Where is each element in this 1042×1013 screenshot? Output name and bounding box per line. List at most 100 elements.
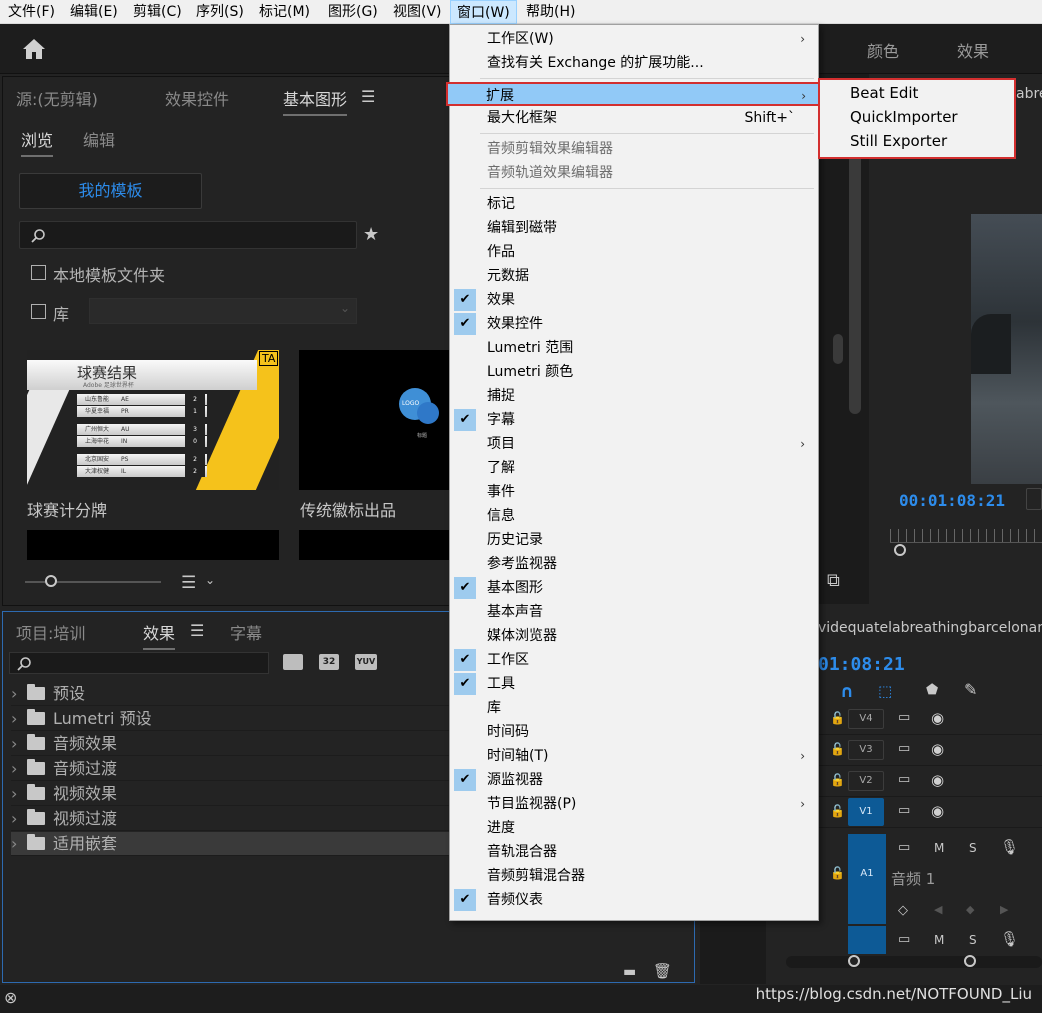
window-menu-item[interactable]: 基本声音 [451,600,817,624]
library-checkbox[interactable] [31,304,46,319]
export-frame-icon[interactable]: ⧉ [827,570,840,591]
list-view-icon[interactable]: ☰ [181,573,196,593]
chevron-right-icon[interactable]: › [11,682,21,706]
window-menu-item[interactable]: 媒体浏览器 [451,624,817,648]
menubar-item-0[interactable]: 文件(F) [2,0,61,24]
window-menu-item[interactable]: ✔ 工具 [451,672,817,696]
window-menu-item[interactable]: 信息 [451,504,817,528]
creative-cloud-icon[interactable]: ⊗ [4,988,17,1007]
chevron-right-icon[interactable]: › [11,807,21,831]
microphone-icon[interactable]: 🎙 [1000,838,1019,856]
window-menu-item[interactable]: ✔ 源监视器 [451,768,817,792]
workspace-tab-color[interactable]: 颜色 [867,38,899,62]
microphone-icon[interactable]: 🎙 [1000,930,1019,948]
track-target-v1[interactable]: V1 [848,798,884,826]
mute-button[interactable]: M [934,841,944,855]
extension-item[interactable]: Still Exporter [850,132,947,150]
window-menu-item[interactable]: 历史记录 [451,528,817,552]
window-menu-item[interactable]: Lumetri 颜色 [451,360,817,384]
timeline-timecode[interactable]: 01:08:21 [818,654,905,675]
menubar-item-5[interactable]: 图形(G) [322,0,384,24]
wrench-icon[interactable]: ✎ [964,680,977,699]
lock-icon[interactable]: 🔓 [830,804,845,818]
zoom-handle-left[interactable] [848,955,860,967]
window-menu-item[interactable]: 了解 [451,456,817,480]
yuv-effects-icon[interactable]: YUV [355,654,377,670]
window-menu-item[interactable]: 时间轴(T) › [451,744,817,768]
sync-lock-icon[interactable]: ▭ [898,932,910,947]
menubar-item-8[interactable]: 帮助(H) [520,0,581,24]
window-menu-item[interactable]: 事件 [451,480,817,504]
workspace-tab-effects[interactable]: 效果 [957,38,989,62]
chevron-right-icon[interactable]: › [11,782,21,806]
window-menu-item[interactable]: 库 [451,696,817,720]
tab-effects[interactable]: 效果 [143,620,176,650]
32bit-effects-icon[interactable]: 32 [319,654,339,670]
eye-icon[interactable]: ◉ [931,709,944,727]
snap-icon[interactable]: ∩ [840,682,854,702]
sync-lock-icon[interactable]: ▭ [898,840,910,855]
track-target-v4[interactable]: V4 [848,709,884,729]
window-menu-item[interactable]: Lumetri 范围 [451,336,817,360]
slider-handle[interactable] [45,575,57,587]
timeline-zoom-scrollbar[interactable] [786,956,1042,968]
chevron-right-icon[interactable]: › [11,707,21,731]
sequence-name[interactable]: videquatelabreathingbarcelonamp4 [818,620,1042,636]
menubar-item-4[interactable]: 标记(M) [253,0,316,24]
lock-icon[interactable]: 🔓 [830,742,845,756]
template-thumbnail-logo[interactable]: LOGO 标题 [299,350,451,490]
my-templates-button[interactable]: 我的模板 [19,173,202,209]
eye-icon[interactable]: ◉ [931,740,944,758]
tab-captions[interactable]: 字幕 [230,620,262,644]
menubar-item-2[interactable]: 剪辑(C) [127,0,188,24]
mute-button[interactable]: M [934,933,944,947]
template-thumbnail-scoreboard[interactable]: 球赛结果 Adobe 足球世界杯 山东鲁能 AE 2 华夏幸福 PR 1 广州恒大 AU 3 上海… [27,350,279,490]
scroll-handle[interactable] [833,334,843,364]
add-keyframe-icon[interactable]: ◆ [966,903,974,916]
tab-browse[interactable]: 浏览 [21,127,54,157]
window-menu-item[interactable]: ✔ 基本图形 [451,576,817,600]
menubar-item-6[interactable]: 视图(V) [387,0,448,24]
tab-effect-controls[interactable]: 效果控件 [165,86,229,110]
chevron-down-icon[interactable]: ⌄ [205,573,215,587]
accelerated-effects-icon[interactable] [283,654,303,670]
linked-selection-icon[interactable]: ⬚ [878,682,892,700]
window-menu-item[interactable]: ✔ 音频仪表 [451,888,817,912]
window-menu-item[interactable]: 作品 [451,240,817,264]
window-menu-item[interactable]: 时间码 [451,720,817,744]
tab-essential-graphics[interactable]: 基本图形 [283,86,348,116]
home-icon[interactable] [22,38,46,60]
solo-button[interactable]: S [969,841,977,855]
extension-item[interactable]: QuickImporter [850,108,958,126]
effects-search-input[interactable] [9,652,269,674]
tab-project[interactable]: 项目:培训 [16,620,85,644]
star-icon[interactable]: ★ [363,224,379,245]
window-menu-item[interactable]: 进度 [451,816,817,840]
zoom-handle-right[interactable] [964,955,976,967]
template-thumbnail-3[interactable] [27,530,279,560]
window-menu-item[interactable]: 参考监视器 [451,552,817,576]
window-menu-item[interactable]: 项目 › [451,432,817,456]
template-search-input[interactable] [19,221,357,249]
sync-lock-icon[interactable]: ▭ [898,803,910,818]
playhead-handle[interactable] [894,544,906,556]
window-menu-item[interactable]: 扩展 › [446,82,820,106]
track-target-v3[interactable]: V3 [848,740,884,760]
track-target-v2[interactable]: V2 [848,771,884,791]
menubar-item-1[interactable]: 编辑(E) [64,0,124,24]
chevron-right-icon[interactable]: › [11,832,21,856]
sync-lock-icon[interactable]: ▭ [898,741,910,756]
eye-icon[interactable]: ◉ [931,771,944,789]
window-menu-item[interactable]: 工作区(W) › [451,27,817,51]
keyframe-icon[interactable]: ◇ [898,903,908,918]
scrollbar[interactable] [849,154,861,414]
window-menu-item[interactable]: 最大化框架 Shift+` [451,106,817,130]
window-menu-item[interactable]: 元数据 [451,264,817,288]
chevron-right-icon[interactable]: › [11,732,21,756]
sync-lock-icon[interactable]: ▭ [898,772,910,787]
audio-track-target[interactable]: A1 [848,834,886,924]
menubar-item-7[interactable]: 窗口(W) [450,0,517,24]
window-menu-item[interactable]: ✔ 效果 [451,288,817,312]
extension-item[interactable]: Beat Edit [850,84,918,102]
window-menu-item[interactable]: 编辑到磁带 [451,216,817,240]
